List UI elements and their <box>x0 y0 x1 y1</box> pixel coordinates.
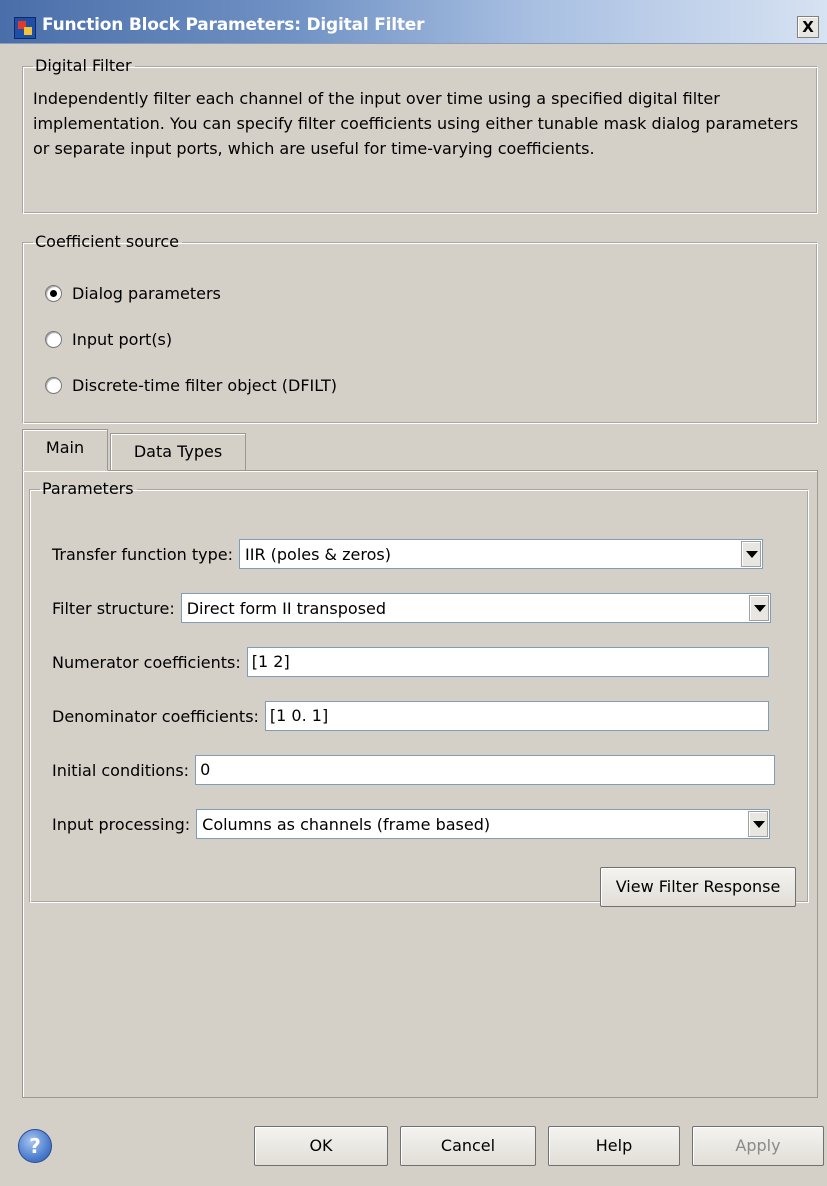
filter-structure-label: Filter structure: <box>52 598 175 618</box>
radio-label: Dialog parameters <box>72 284 221 303</box>
filter-structure-dropdown[interactable]: Direct form II transposed <box>180 593 771 623</box>
chevron-down-icon[interactable] <box>741 541 761 567</box>
input-processing-dropdown[interactable]: Columns as channels (frame based) <box>196 809 771 839</box>
window-title: Function Block Parameters: Digital Filte… <box>42 15 425 35</box>
parameters-title: Parameters <box>42 479 134 498</box>
coefficient-source-title: Coefficient source <box>35 232 179 251</box>
chevron-down-icon[interactable] <box>748 811 769 837</box>
cancel-button[interactable]: Cancel <box>400 1126 536 1166</box>
initial-conditions-label: Initial conditions: <box>52 760 190 780</box>
title-bar[interactable]: Function Block Parameters: Digital Filte… <box>0 0 827 44</box>
transfer-function-type-dropdown[interactable]: IIR (poles & zeros) <box>239 539 763 569</box>
denominator-label: Denominator coefficients: <box>52 706 259 726</box>
coefficient-source-group: Coefficient source Dialog parameters Inp… <box>22 234 818 424</box>
initial-conditions-row: Initial conditions: 0 <box>52 755 776 785</box>
dropdown-value: Direct form II transposed <box>186 599 387 618</box>
tab-panel-main: Parameters Transfer function type: IIR (… <box>22 470 818 1098</box>
radio-button[interactable] <box>45 331 62 348</box>
radio-dialog-parameters[interactable]: Dialog parameters <box>45 284 221 303</box>
radio-button[interactable] <box>45 377 62 394</box>
transfer-function-type-label: Transfer function type: <box>52 544 233 564</box>
tab-data-types[interactable]: Data Types <box>110 433 246 471</box>
description-group: Digital Filter Independently filter each… <box>22 58 818 214</box>
radio-button-checked[interactable] <box>45 285 62 302</box>
apply-button[interactable]: Apply <box>692 1126 824 1166</box>
filter-structure-row: Filter structure: Direct form II transpo… <box>52 593 771 623</box>
close-button[interactable]: X <box>797 16 819 38</box>
ok-button[interactable]: OK <box>254 1126 388 1166</box>
radio-label: Discrete-time filter object (DFILT) <box>72 376 337 395</box>
dropdown-value: IIR (poles & zeros) <box>245 545 391 564</box>
block-description: Independently filter each channel of the… <box>33 89 799 158</box>
help-button[interactable]: Help <box>548 1126 680 1166</box>
simulink-block-icon <box>14 17 36 39</box>
denominator-row: Denominator coefficients: [1 0. 1] <box>52 701 769 731</box>
denominator-field[interactable]: [1 0. 1] <box>264 701 769 731</box>
input-processing-label: Input processing: <box>52 814 191 834</box>
numerator-label: Numerator coefficients: <box>52 652 241 672</box>
help-icon[interactable]: ? <box>18 1129 52 1163</box>
numerator-row: Numerator coefficients: [1 2] <box>52 647 769 677</box>
radio-dfilt-object[interactable]: Discrete-time filter object (DFILT) <box>45 376 337 395</box>
input-processing-row: Input processing: Columns as channels (f… <box>52 809 771 839</box>
dropdown-value: Columns as channels (frame based) <box>202 815 491 834</box>
transfer-function-type-row: Transfer function type: IIR (poles & zer… <box>52 539 763 569</box>
description-group-title: Digital Filter <box>35 56 132 75</box>
radio-input-ports[interactable]: Input port(s) <box>45 330 172 349</box>
view-filter-response-button[interactable]: View Filter Response <box>600 867 796 907</box>
parameters-group: Parameters Transfer function type: IIR (… <box>29 479 809 907</box>
numerator-field[interactable]: [1 2] <box>246 647 769 677</box>
chevron-down-icon[interactable] <box>748 595 769 621</box>
initial-conditions-field[interactable]: 0 <box>195 755 776 785</box>
radio-label: Input port(s) <box>72 330 173 349</box>
tab-main[interactable]: Main <box>22 429 108 471</box>
